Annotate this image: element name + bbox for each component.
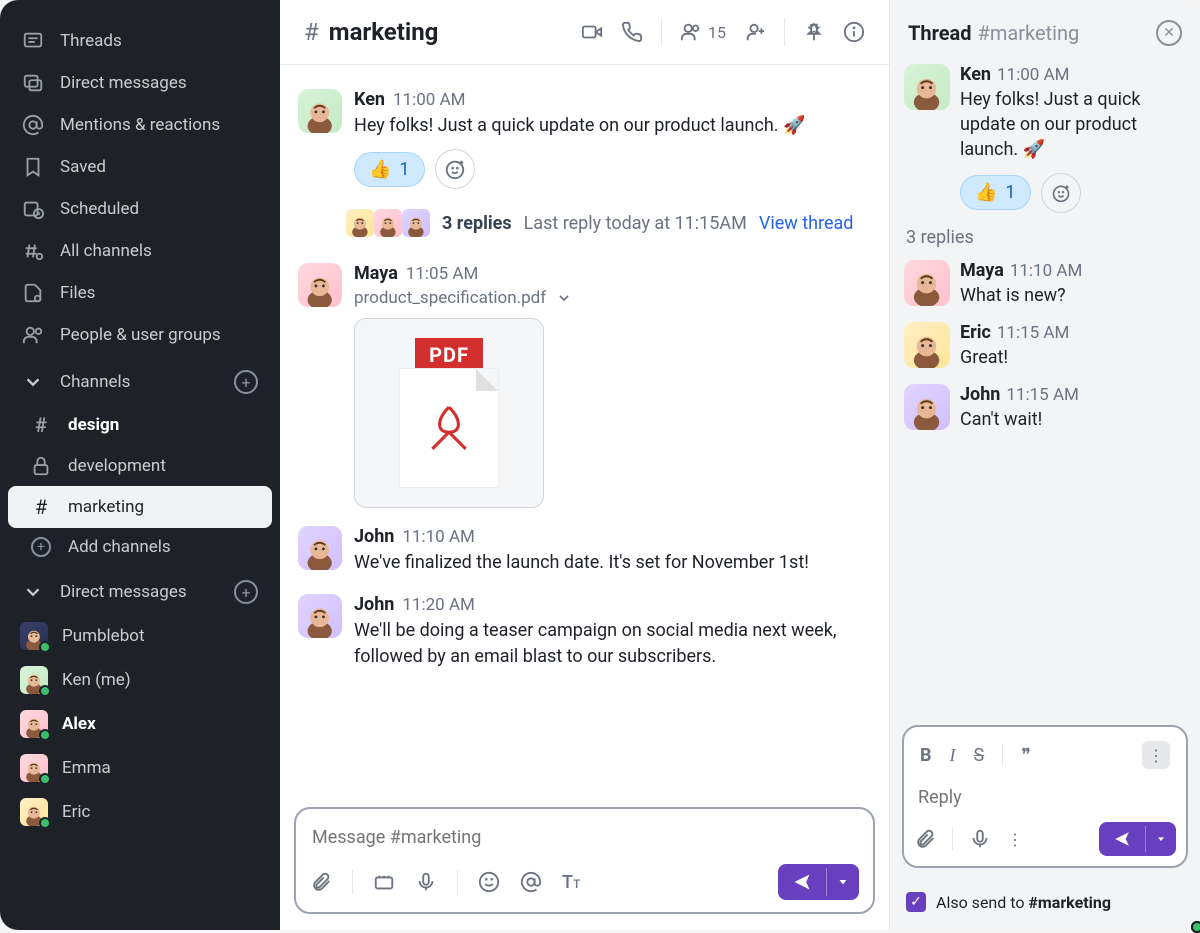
channel-marketing[interactable]: #marketing (8, 486, 272, 528)
view-thread-link[interactable]: View thread (759, 213, 854, 234)
quote-icon[interactable]: ❞ (1021, 745, 1031, 766)
nav-files[interactable]: Files (0, 272, 280, 314)
thread-send-button[interactable] (1099, 822, 1176, 856)
thread-reply: Maya11:10 AMWhat is new? (904, 260, 1186, 308)
member-count-button[interactable]: 15 (680, 21, 726, 43)
dm-Ken (me)[interactable]: Ken (me) (0, 658, 280, 702)
info-button[interactable] (843, 21, 865, 43)
nav-dm[interactable]: Direct messages (0, 62, 280, 104)
nav-threads[interactable]: Threads (0, 20, 280, 62)
sidebar: ThreadsDirect messagesMentions & reactio… (0, 0, 280, 930)
thread-mic-icon[interactable] (969, 828, 991, 850)
chevron-down-icon (22, 371, 44, 393)
thread-root-message: Ken11:00 AMHey folks! Just a quick updat… (904, 64, 1186, 213)
nav-saved[interactable]: Saved (0, 146, 280, 188)
thread-reply: Eric11:15 AMGreat! (904, 322, 1186, 370)
file-attachment[interactable]: PDF (354, 318, 544, 508)
thread-title: Thread (908, 21, 972, 45)
message-list[interactable]: Ken11:00 AMHey folks! Just a quick updat… (280, 65, 889, 799)
channel-header: # marketing 15 (280, 0, 889, 65)
add-channel-icon[interactable]: + (234, 370, 258, 394)
lock-icon (30, 455, 52, 477)
channels-label: Channels (60, 372, 130, 392)
dm-Eric[interactable]: Eric (0, 790, 280, 834)
checkbox-checked-icon: ✓ (906, 892, 926, 912)
people-icon (22, 324, 44, 346)
thread-panel: Thread#marketing ✕ Ken11:00 AMHey folks!… (890, 0, 1200, 930)
video-call-button[interactable] (581, 21, 603, 43)
hash-icon: # (30, 495, 52, 519)
also-send-checkbox[interactable]: ✓ Also send to #marketing (890, 880, 1200, 930)
record-video-icon[interactable] (373, 871, 395, 893)
dm-Pumblebot[interactable]: Pumblebot (0, 614, 280, 658)
hash-icon: # (30, 413, 52, 437)
message: Maya11:05 AMproduct_specification.pdf PD… (290, 257, 879, 514)
thread-channel: #marketing (978, 21, 1080, 45)
main-pane: # marketing 15 Ken11:00 AMHey folks! Jus… (280, 0, 890, 930)
channel-development[interactable]: development (8, 446, 272, 486)
attach-icon[interactable] (310, 871, 332, 893)
thread-reply-count: 3 replies (906, 227, 1186, 248)
thread-attach-icon[interactable] (914, 828, 936, 850)
thread-summary[interactable]: 3 repliesLast reply today at 11:15AMView… (346, 209, 879, 237)
send-options-icon[interactable] (826, 868, 859, 896)
chevron-down-icon (22, 581, 44, 603)
audio-call-button[interactable] (621, 21, 643, 43)
reaction-pill[interactable]: 👍1 (960, 175, 1031, 210)
message-input[interactable] (310, 821, 859, 864)
thread-reply: John11:15 AMCan't wait! (904, 384, 1186, 432)
nav-mentions[interactable]: Mentions & reactions (0, 104, 280, 146)
more-format-icon[interactable]: ⋮ (1142, 741, 1170, 769)
nav-allchannels[interactable]: All channels (0, 230, 280, 272)
italic-icon[interactable]: I (950, 745, 956, 766)
scheduled-icon (22, 198, 44, 220)
channel-title[interactable]: # marketing (304, 18, 438, 46)
dm-icon (22, 72, 44, 94)
add-person-button[interactable] (744, 21, 766, 43)
message: John11:20 AMWe'll be doing a teaser camp… (290, 588, 879, 676)
add-channels-button[interactable]: + Add channels (8, 528, 272, 566)
strike-icon[interactable]: S (974, 745, 985, 766)
threads-icon (22, 30, 44, 52)
thread-input[interactable] (914, 779, 1176, 822)
allchannels-icon (22, 240, 44, 262)
dm-Emma[interactable]: Emma (0, 746, 280, 790)
nav-people[interactable]: People & user groups (0, 314, 280, 356)
files-icon (22, 282, 44, 304)
message: John11:10 AMWe've finalized the launch d… (290, 520, 879, 582)
channel-design[interactable]: #design (8, 404, 272, 446)
close-thread-button[interactable]: ✕ (1156, 20, 1182, 46)
thread-composer[interactable]: B I S ❞ ⋮ ⋮ (902, 725, 1188, 868)
hash-icon: # (304, 18, 319, 46)
bold-icon[interactable]: B (920, 745, 932, 766)
new-dm-icon[interactable]: + (234, 580, 258, 604)
channels-section-header[interactable]: Channels + (0, 356, 280, 404)
dm-Alex[interactable]: Alex (0, 702, 280, 746)
dm-section-header[interactable]: Direct messages + (0, 566, 280, 614)
reaction-pill[interactable]: 👍1 (354, 152, 425, 187)
thread-more-icon[interactable]: ⋮ (1007, 830, 1023, 849)
nav-scheduled[interactable]: Scheduled (0, 188, 280, 230)
message-composer[interactable]: TT (294, 807, 875, 914)
message: Ken11:00 AMHey folks! Just a quick updat… (290, 83, 879, 195)
mentions-icon (22, 114, 44, 136)
file-name[interactable]: product_specification.pdf (354, 288, 871, 308)
send-button[interactable] (778, 864, 859, 900)
mic-icon[interactable] (415, 871, 437, 893)
pin-button[interactable] (803, 21, 825, 43)
add-reaction-button[interactable] (435, 149, 475, 189)
saved-icon (22, 156, 44, 178)
emoji-icon[interactable] (478, 871, 500, 893)
mention-icon[interactable] (520, 871, 542, 893)
add-reaction-button[interactable] (1041, 173, 1081, 213)
format-icon[interactable]: TT (562, 872, 580, 893)
